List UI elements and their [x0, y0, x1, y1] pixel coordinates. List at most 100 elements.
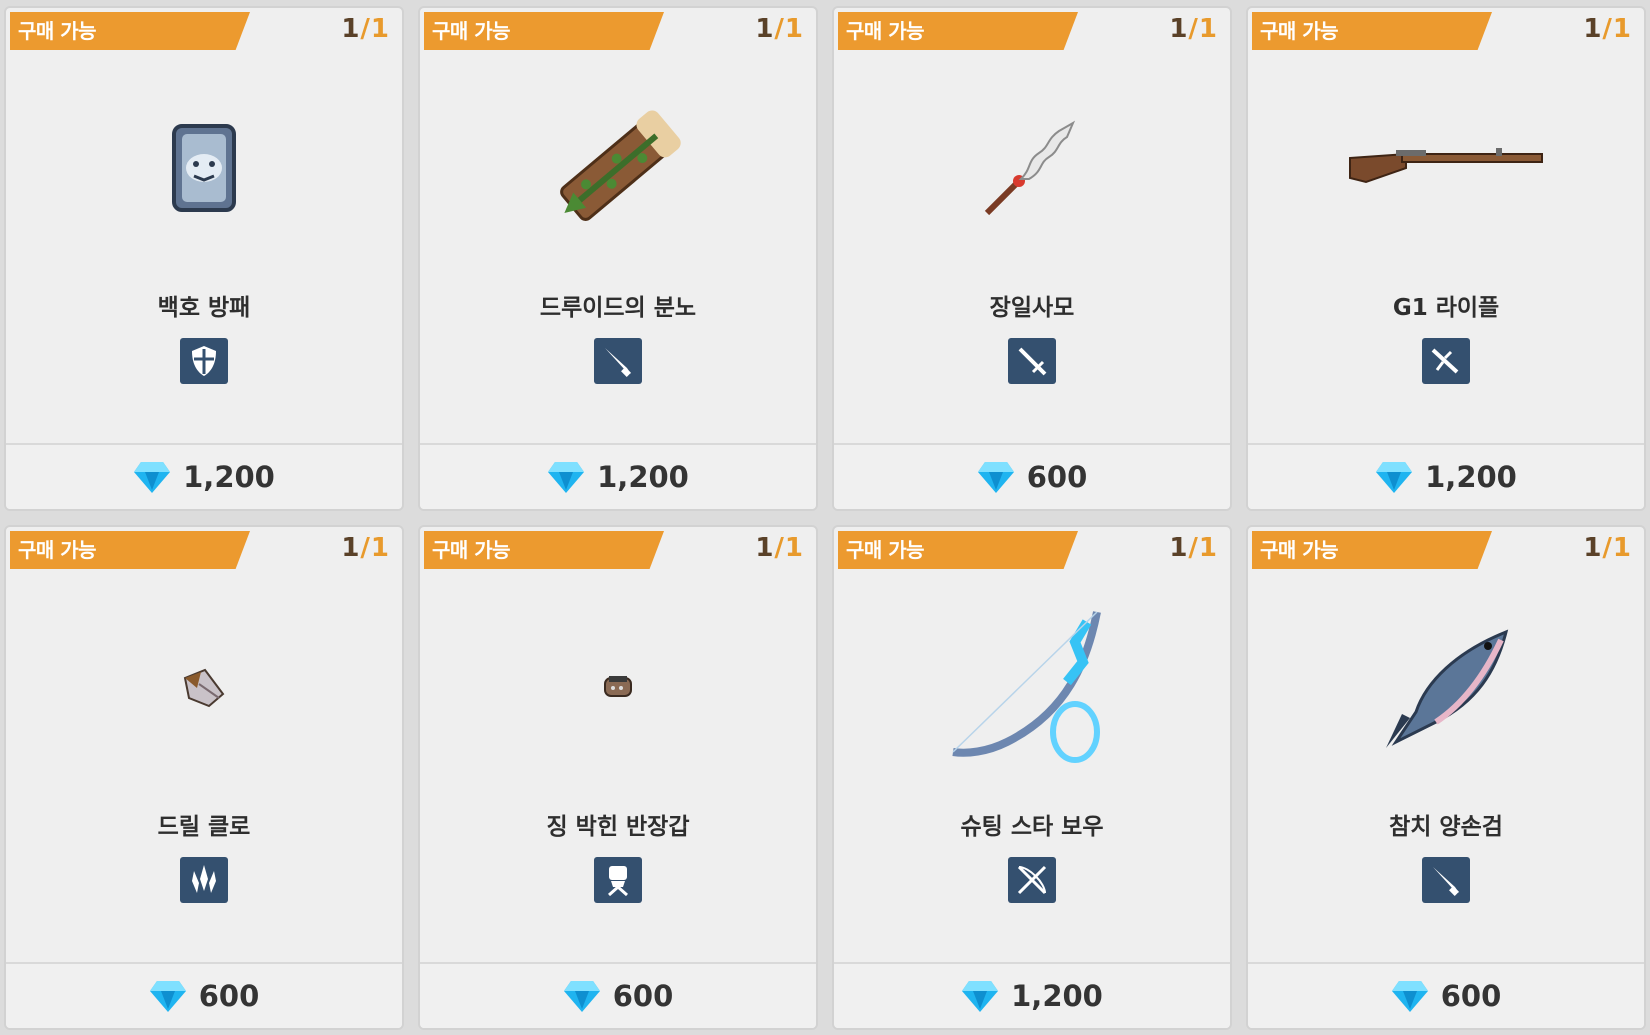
stock-counter: 1/1: [755, 533, 804, 563]
price-value: 1,200: [597, 460, 689, 494]
stock-max: 1: [370, 533, 390, 563]
rifle-icon: [1422, 338, 1470, 384]
item-name: 장일사모: [989, 295, 1075, 321]
stock-separator: /: [360, 14, 371, 44]
item-image: [1248, 63, 1644, 273]
item-name: 드릴 클로: [157, 814, 251, 840]
stock-counter: 1/1: [1169, 533, 1218, 563]
diamond-icon: [1376, 462, 1413, 493]
stock-separator: /: [1602, 14, 1613, 44]
available-badge: 구매 가능: [10, 531, 250, 569]
greatsword-icon: [1422, 857, 1470, 903]
greatsword-icon: [594, 338, 642, 384]
item-name: 백호 방패: [157, 295, 251, 321]
sword-icon: [1008, 338, 1056, 384]
stock-counter: 1/1: [1169, 14, 1218, 44]
diamond-icon: [962, 981, 999, 1012]
shop-item-card[interactable]: 구매 가능 1/1 백호 방패 1,200: [4, 6, 404, 511]
bow-icon: [1008, 857, 1056, 903]
price-value: 600: [1026, 460, 1088, 494]
price-row: 1,200: [834, 962, 1230, 1028]
stock-separator: /: [360, 533, 371, 563]
diamond-icon: [1391, 981, 1428, 1012]
studded-glove-item-icon: [604, 676, 632, 697]
item-image: [420, 582, 816, 792]
stock-counter: 1/1: [755, 14, 804, 44]
diamond-icon: [548, 462, 585, 493]
item-name: 슈팅 스타 보우: [960, 814, 1104, 840]
item-name: G1 라이플: [1392, 295, 1500, 321]
stock-separator: /: [774, 14, 785, 44]
shop-item-card[interactable]: 구매 가능 1/1 드릴 클로 600: [4, 525, 404, 1030]
shop-item-card[interactable]: 구매 가능 1/1 G1 라이플 1,200: [1246, 6, 1646, 511]
diamond-icon: [134, 462, 171, 493]
item-image: [6, 582, 402, 792]
item-image: [420, 63, 816, 273]
stock-current: 1: [755, 533, 775, 563]
price-value: 1,200: [1011, 979, 1103, 1013]
price-value: 600: [198, 979, 260, 1013]
shop-item-card[interactable]: 구매 가능 1/1 슈팅 스타 보우 1,200: [832, 525, 1232, 1030]
shooting-star-bow-item-icon: [952, 611, 1101, 763]
stock-counter: 1/1: [1583, 14, 1632, 44]
stock-max: 1: [1198, 533, 1218, 563]
stock-current: 1: [341, 533, 361, 563]
stock-current: 1: [341, 14, 361, 44]
stock-current: 1: [1583, 533, 1603, 563]
diamond-icon: [977, 462, 1014, 493]
claw-icon: [180, 857, 228, 903]
price-value: 1,200: [183, 460, 275, 494]
diamond-icon: [149, 981, 186, 1012]
price-row: 600: [6, 962, 402, 1028]
diamond-icon: [563, 981, 600, 1012]
stock-max: 1: [1612, 533, 1632, 563]
shop-item-card[interactable]: 구매 가능 1/1 드루이드의 분노 1,200: [418, 6, 818, 511]
stock-max: 1: [1198, 14, 1218, 44]
rifle-item-icon: [1349, 148, 1543, 184]
stock-max: 1: [1612, 14, 1632, 44]
available-badge: 구매 가능: [424, 531, 664, 569]
price-row: 1,200: [1248, 443, 1644, 509]
price-value: 600: [1440, 979, 1502, 1013]
stock-current: 1: [1169, 533, 1189, 563]
available-badge: 구매 가능: [838, 531, 1078, 569]
item-image: [834, 582, 1230, 792]
available-badge: 구매 가능: [10, 12, 250, 50]
drill-claw-item-icon: [183, 668, 225, 708]
available-badge: 구매 가능: [838, 12, 1078, 50]
shop-item-card[interactable]: 구매 가능 1/1 장일사모 600: [832, 6, 1232, 511]
tuna-greatsword-item-icon: [1386, 629, 1509, 748]
item-image: [1248, 582, 1644, 792]
stock-current: 1: [1169, 14, 1189, 44]
item-image: [6, 63, 402, 273]
stock-separator: /: [1188, 14, 1199, 44]
druid-sword-item-icon: [560, 110, 681, 221]
price-row: 1,200: [6, 443, 402, 509]
gauntlet-icon: [594, 857, 642, 903]
price-row: 600: [420, 962, 816, 1028]
stock-max: 1: [784, 533, 804, 563]
available-badge: 구매 가능: [1252, 12, 1492, 50]
shield-icon: [180, 338, 228, 384]
item-image: [834, 63, 1230, 273]
stock-max: 1: [784, 14, 804, 44]
price-value: 600: [612, 979, 674, 1013]
stock-separator: /: [774, 533, 785, 563]
shop-item-card[interactable]: 구매 가능 1/1 참치 양손검 600: [1246, 525, 1646, 1030]
price-row: 600: [834, 443, 1230, 509]
stock-separator: /: [1188, 533, 1199, 563]
stock-counter: 1/1: [341, 533, 390, 563]
stock-current: 1: [1583, 14, 1603, 44]
item-name: 징 박힌 반장갑: [546, 814, 690, 840]
price-value: 1,200: [1425, 460, 1517, 494]
item-name: 드루이드의 분노: [539, 295, 697, 321]
available-badge: 구매 가능: [1252, 531, 1492, 569]
stock-counter: 1/1: [341, 14, 390, 44]
price-row: 1,200: [420, 443, 816, 509]
serpent-spear-item-icon: [984, 120, 1076, 216]
tiger-shield-item-icon: [172, 124, 236, 212]
shop-item-card[interactable]: 구매 가능 1/1 징 박힌 반장갑 600: [418, 525, 818, 1030]
stock-current: 1: [755, 14, 775, 44]
stock-max: 1: [370, 14, 390, 44]
available-badge: 구매 가능: [424, 12, 664, 50]
